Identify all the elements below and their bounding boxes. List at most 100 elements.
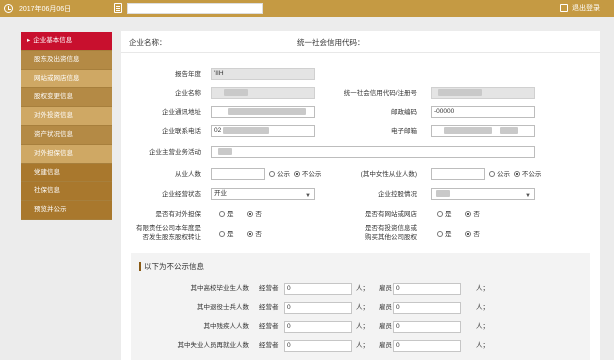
- employee-label: 雇员: [379, 323, 392, 330]
- public-radio[interactable]: [269, 171, 275, 178]
- sidebar-item-guarantee[interactable]: 对外担保信息: [21, 144, 112, 164]
- sidebar-item-basic-info[interactable]: 企业基本信息: [21, 32, 112, 51]
- guarantee-no-radio[interactable]: [247, 211, 254, 218]
- female-public-radio-on[interactable]: [489, 171, 495, 178]
- unit-label: 人；: [356, 304, 369, 311]
- phone-value: 02: [214, 127, 222, 134]
- transfer-no-label: 否: [255, 231, 262, 238]
- website-yes-radio[interactable]: [437, 211, 443, 218]
- row-label: 其中残疾人人数: [203, 323, 250, 330]
- transfer-no-radio[interactable]: [247, 231, 254, 238]
- guarantee-radio-group[interactable]: 是 否: [219, 208, 262, 221]
- top-search-input[interactable]: [127, 3, 263, 14]
- business-label: 企业主营业务活动: [149, 149, 201, 156]
- female-employees-input[interactable]: [431, 168, 485, 180]
- address-label: 企业通讯地址: [162, 109, 201, 116]
- invest-yes-radio[interactable]: [437, 231, 443, 238]
- status-select[interactable]: 开业 ▼: [211, 188, 315, 200]
- company-header: 企业名称： 统一社会信用代码：: [121, 31, 600, 53]
- invest-label: 是否有投资信息或 购买其他公司股权: [317, 224, 417, 242]
- email-label: 电子邮箱: [391, 128, 417, 135]
- sidebar-item-social-security[interactable]: 社保信息: [21, 182, 112, 202]
- company-name-header: 企业名称：: [129, 38, 167, 47]
- unit-label: 人；: [356, 323, 369, 330]
- transfer-radio-group[interactable]: 是 否: [219, 228, 262, 241]
- holding-label: 企业控股情况: [378, 191, 417, 198]
- sidebar-item-investment[interactable]: 对外投资信息: [21, 107, 112, 126]
- website-label: 是否有网站或网店: [365, 211, 417, 218]
- date-display: 2017年06月06日: [4, 2, 71, 15]
- logout-label: 退出登录: [572, 5, 600, 12]
- operator-label: 经营者: [259, 304, 279, 311]
- email-input[interactable]: [431, 125, 535, 137]
- unit-label: 人；: [356, 342, 369, 349]
- chevron-down-icon: ▼: [305, 193, 311, 199]
- operator-count-input[interactable]: 0: [284, 302, 352, 314]
- website-no-label: 否: [473, 211, 480, 218]
- female-not-public-radio[interactable]: [513, 171, 520, 178]
- chevron-down-icon: ▼: [525, 193, 531, 199]
- guarantee-no-label: 否: [255, 211, 262, 218]
- logout-button[interactable]: 退出登录: [560, 3, 600, 13]
- holding-select[interactable]: ▼: [431, 188, 535, 200]
- business-input[interactable]: [211, 146, 535, 158]
- website-no-radio[interactable]: [465, 211, 472, 218]
- postcode-input[interactable]: -00000: [431, 106, 535, 118]
- invest-radio-group[interactable]: 是 否: [437, 228, 480, 241]
- sidebar-item-assets[interactable]: 资产状况信息: [21, 125, 112, 145]
- employee-count-input[interactable]: 0: [393, 302, 461, 314]
- guarantee-yes-radio[interactable]: [219, 211, 225, 218]
- company-name-label: 企业名称: [175, 90, 201, 97]
- unit-label: 人；: [476, 304, 489, 311]
- company-name-field: [211, 87, 315, 99]
- row-label: 其中失业人员再就业人数: [177, 342, 250, 349]
- not-public-radio[interactable]: [293, 171, 300, 178]
- operator-count-input[interactable]: 0: [284, 340, 352, 352]
- date-text: 2017年06月06日: [19, 5, 72, 13]
- sidebar: 企业基本信息 股东及出资信息 网站或网店信息 股权变更信息 对外投资信息 资产状…: [21, 32, 112, 220]
- sidebar-item-party[interactable]: 党建信息: [21, 163, 112, 183]
- table-row: 其中失业人员再就业人数 经营者 0 人； 雇员 0 人；: [131, 339, 590, 353]
- phone-label: 企业联系电话: [162, 128, 201, 135]
- unit-label: 人；: [476, 323, 489, 330]
- employees-input[interactable]: [211, 168, 265, 180]
- operator-count-input[interactable]: 0: [284, 283, 352, 295]
- employees-label: 从业人数: [175, 171, 201, 178]
- unit-label: 人；: [356, 285, 369, 292]
- status-label: 企业经营状态: [162, 191, 201, 198]
- row-label: 其中退役士兵人数: [197, 304, 249, 311]
- website-radio-group[interactable]: 是 否: [437, 208, 480, 221]
- table-row: 其中残疾人人数 经营者 0 人； 雇员 0 人；: [131, 320, 590, 334]
- credit-code-header: 统一社会信用代码：: [297, 38, 365, 47]
- credit-code-label: 统一社会信用代码/注册号: [343, 90, 417, 97]
- employee-count-input[interactable]: 0: [393, 340, 461, 352]
- employees-public-radio[interactable]: 公示 不公示: [269, 168, 321, 181]
- transfer-label: 有限责任公司本年度是 否发生股东股权转让: [121, 224, 201, 242]
- female-public-radio[interactable]: 公示 不公示: [489, 168, 541, 181]
- non-public-section: 以下为不公示信息 其中高校毕业生人数 经营者 0 人； 雇员 0 人； 其中退役…: [131, 253, 590, 360]
- phone-input[interactable]: 02: [211, 125, 315, 137]
- transfer-label-line2: 否发生股东股权转让: [142, 234, 202, 241]
- invest-yes-label: 是: [445, 231, 452, 238]
- row-label: 其中高校毕业生人数: [190, 285, 250, 292]
- document-icon: [114, 3, 122, 13]
- operator-label: 经营者: [259, 285, 279, 292]
- female-public-label: 公示: [497, 171, 510, 178]
- transfer-yes-radio[interactable]: [219, 231, 225, 238]
- report-year-label: 报告年度: [175, 71, 201, 78]
- sidebar-item-shareholders[interactable]: 股东及出资信息: [21, 50, 112, 70]
- non-public-title: 以下为不公示信息: [139, 261, 204, 272]
- invest-no-radio[interactable]: [465, 231, 472, 238]
- operator-label: 经营者: [259, 342, 279, 349]
- sidebar-item-website[interactable]: 网站或网店信息: [21, 69, 112, 89]
- sidebar-item-preview[interactable]: 预览并公示: [21, 201, 112, 220]
- employee-count-input[interactable]: 0: [393, 321, 461, 333]
- employee-count-input[interactable]: 0: [393, 283, 461, 295]
- address-input[interactable]: [211, 106, 315, 118]
- employee-label: 雇员: [379, 304, 392, 311]
- guarantee-label: 是否有对外担保: [155, 211, 202, 218]
- invest-label-line1: 是否有投资信息或: [365, 225, 417, 232]
- operator-count-input[interactable]: 0: [284, 321, 352, 333]
- postcode-value: -00000: [434, 108, 455, 115]
- sidebar-item-equity-change[interactable]: 股权变更信息: [21, 88, 112, 108]
